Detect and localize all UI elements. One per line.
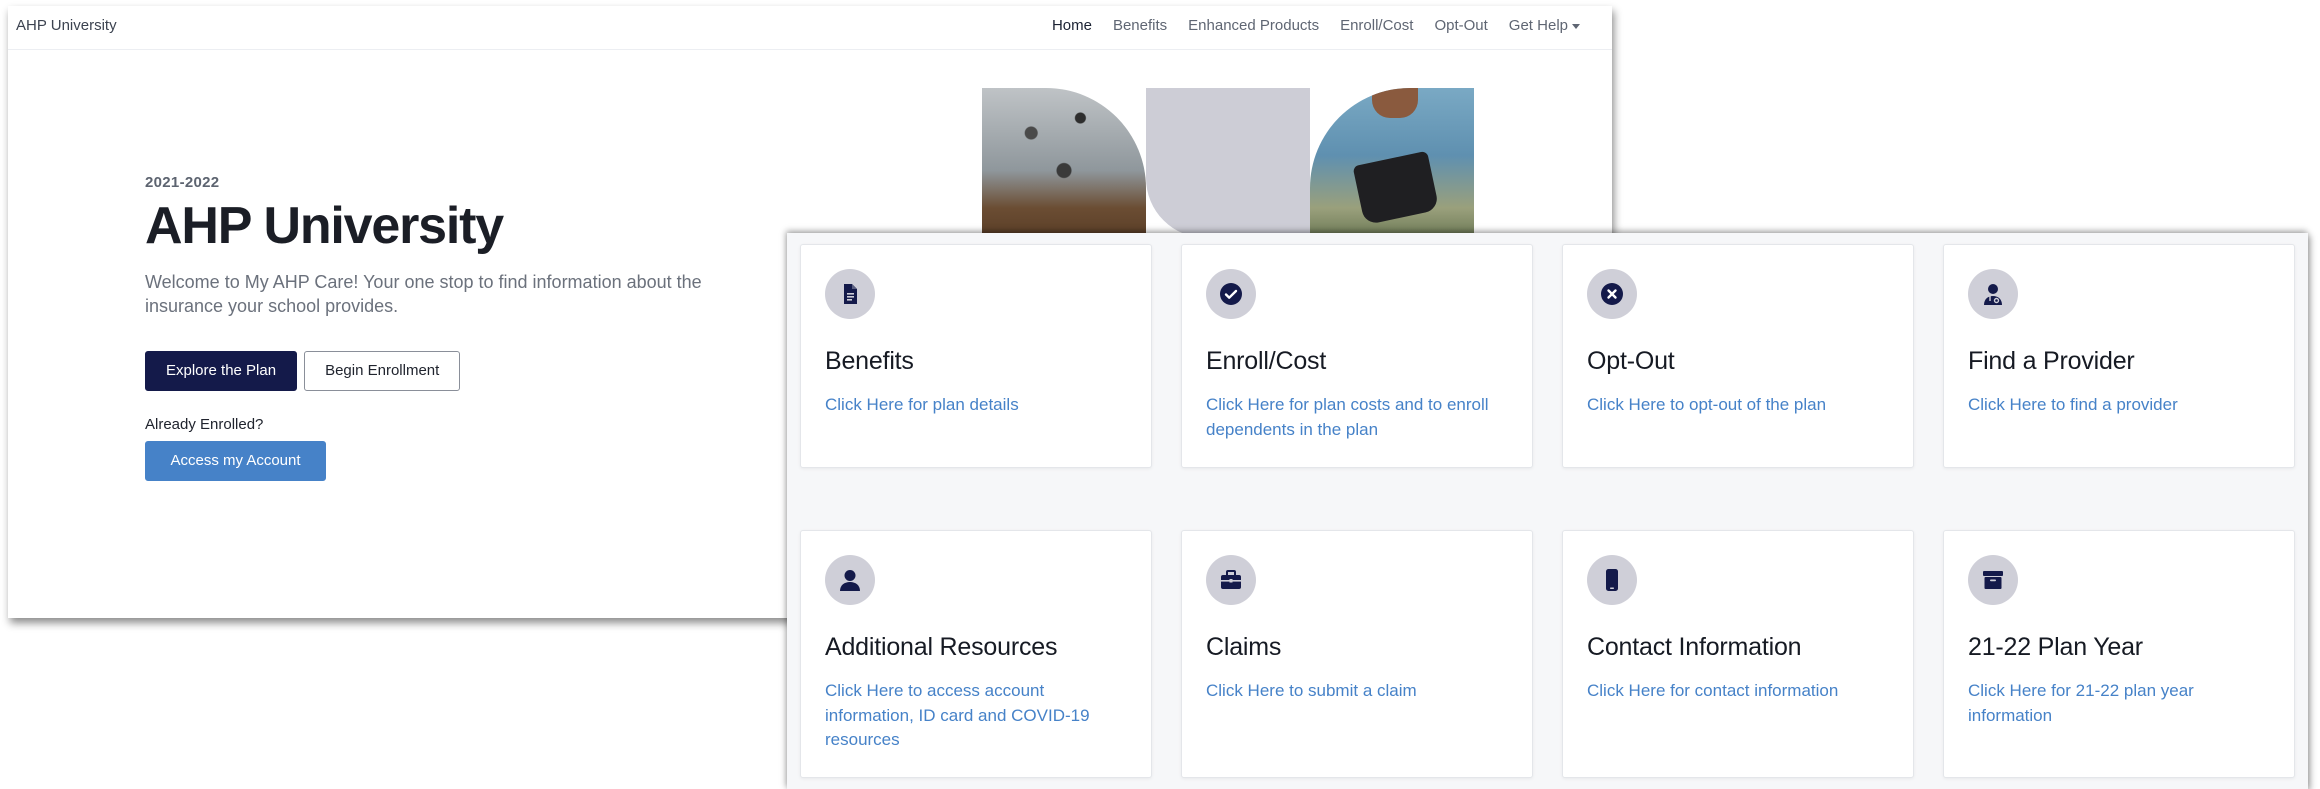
card-contact-information[interactable]: Contact Information Click Here for conta… xyxy=(1562,530,1914,778)
caret-down-icon xyxy=(1572,23,1580,29)
graduation-cap-photo xyxy=(1310,88,1474,238)
card-link[interactable]: Click Here for contact information xyxy=(1587,679,1897,704)
card-find-provider[interactable]: Find a Provider Click Here to find a pro… xyxy=(1943,244,2295,468)
card-title: Additional Resources xyxy=(825,633,1058,661)
doctor-icon xyxy=(1968,269,2018,319)
card-link[interactable]: Click Here to access account information… xyxy=(825,679,1135,753)
brand-link[interactable]: AHP University xyxy=(16,17,117,34)
card-title: Find a Provider xyxy=(1968,347,2135,375)
card-link[interactable]: Click Here to submit a claim xyxy=(1206,679,1516,704)
card-title: 21-22 Plan Year xyxy=(1968,633,2143,661)
hands-shape xyxy=(1372,88,1418,118)
card-link[interactable]: Click Here for 21-22 plan year informati… xyxy=(1968,679,2278,728)
nav-opt-out[interactable]: Opt-Out xyxy=(1434,17,1487,34)
card-title: Opt-Out xyxy=(1587,347,1675,375)
decorative-shape xyxy=(1146,88,1310,238)
welcome-text: Welcome to My AHP Care! Your one stop to… xyxy=(145,271,702,317)
card-link[interactable]: Click Here for plan details xyxy=(825,393,1135,418)
x-circle-icon xyxy=(1587,269,1637,319)
card-link[interactable]: Click Here to find a provider xyxy=(1968,393,2278,418)
begin-enrollment-button[interactable]: Begin Enrollment xyxy=(304,350,461,391)
card-title: Claims xyxy=(1206,633,1282,661)
phone-icon xyxy=(1587,555,1637,605)
card-benefits[interactable]: Benefits Click Here for plan details xyxy=(800,244,1152,468)
card-additional-resources[interactable]: Additional Resources Click Here to acces… xyxy=(800,530,1152,778)
hero-section: 2021-2022 AHP University Welcome to My A… xyxy=(145,174,765,481)
nav-benefits[interactable]: Benefits xyxy=(1113,17,1167,34)
card-title: Benefits xyxy=(825,347,914,375)
briefcase-icon xyxy=(1206,555,1256,605)
user-icon xyxy=(825,555,875,605)
plan-year: 2021-2022 xyxy=(145,174,220,191)
graduation-cap-shape xyxy=(1352,150,1440,226)
document-icon xyxy=(825,269,875,319)
card-title: Enroll/Cost xyxy=(1206,347,1327,375)
check-circle-icon xyxy=(1206,269,1256,319)
nav-get-help[interactable]: Get Help xyxy=(1509,17,1580,34)
hero-buttons: Explore the Plan Begin Enrollment xyxy=(145,350,765,391)
nav-get-help-label: Get Help xyxy=(1508,17,1568,34)
nav-enroll-cost[interactable]: Enroll/Cost xyxy=(1340,17,1413,34)
page-title: AHP University xyxy=(145,197,504,255)
access-account-button[interactable]: Access my Account xyxy=(145,440,326,481)
nav-home[interactable]: Home xyxy=(1052,17,1092,34)
archive-icon xyxy=(1968,555,2018,605)
nav-enhanced-products[interactable]: Enhanced Products xyxy=(1188,17,1319,34)
card-link[interactable]: Click Here to opt-out of the plan xyxy=(1587,393,1897,418)
card-opt-out[interactable]: Opt-Out Click Here to opt-out of the pla… xyxy=(1562,244,1914,468)
card-title: Contact Information xyxy=(1587,633,1802,661)
quick-links-window: Benefits Click Here for plan details Enr… xyxy=(787,233,2308,789)
already-enrolled-label: Already Enrolled? xyxy=(145,415,264,433)
nav-links: Home Benefits Enhanced Products Enroll/C… xyxy=(1052,17,1580,34)
card-claims[interactable]: Claims Click Here to submit a claim xyxy=(1181,530,1533,778)
card-plan-year[interactable]: 21-22 Plan Year Click Here for 21-22 pla… xyxy=(1943,530,2295,778)
explore-plan-button[interactable]: Explore the Plan xyxy=(145,350,298,391)
card-enroll-cost[interactable]: Enroll/Cost Click Here for plan costs an… xyxy=(1181,244,1533,468)
students-photo xyxy=(982,88,1146,238)
top-navbar: AHP University Home Benefits Enhanced Pr… xyxy=(8,6,1612,50)
card-link[interactable]: Click Here for plan costs and to enroll … xyxy=(1206,393,1516,442)
